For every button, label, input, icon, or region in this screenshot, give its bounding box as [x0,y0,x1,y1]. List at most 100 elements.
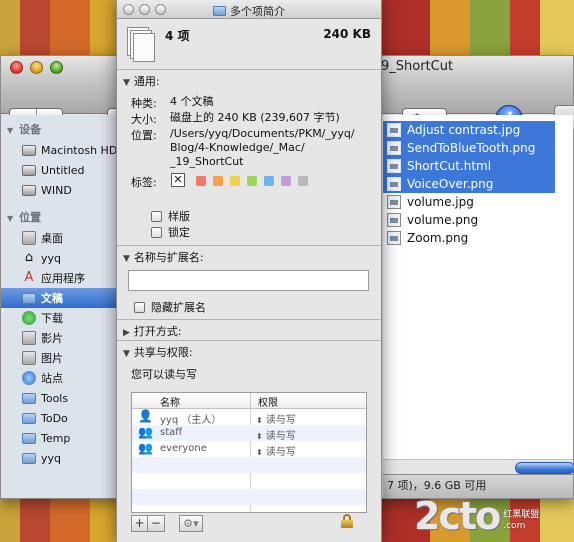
size-label: 大小: [131,113,157,126]
tag-none-button[interactable]: ✕ [171,173,185,187]
updown-arrows-icon: ⬍ [256,448,263,457]
file-row[interactable]: Zoom.png [383,229,555,247]
total-size: 240 KB [323,27,371,41]
zoom-button[interactable] [50,61,63,74]
sidebar-item-untitled[interactable]: Untitled [1,160,116,180]
sidebar-item-yyq-folder[interactable]: yyq [1,448,116,468]
image-file-icon [387,213,401,227]
sidebar: ▼ 设备 Macintosh HD Untitled WIND ▼ 位置 桌面 ⌂ y… [1,115,117,498]
locked-checkbox[interactable] [151,226,162,238]
divider [117,319,381,320]
sidebar-item-desktop[interactable]: 桌面 [1,228,116,248]
sidebar-item-macintosh-hd[interactable]: Macintosh HD [1,140,116,160]
tag-red-swatch[interactable] [196,176,206,186]
sidebar-item-documents[interactable]: 文稿 [1,288,116,308]
privilege-popup[interactable]: ⬍ 读与写 [256,427,296,442]
updown-arrows-icon: ⬍ [256,432,263,441]
table-row[interactable]: 👤 yyq （主人） ⬍ 读与写 [132,409,366,427]
file-row[interactable]: volume.jpg [383,193,555,211]
table-row[interactable]: 👥 everyone ⬍ 读与写 [132,441,366,459]
updown-arrows-icon: ⬍ [256,416,263,425]
table-row[interactable]: 👥 staff ⬍ 读与写 [132,425,366,442]
divider [117,245,381,246]
disclosure-triangle-icon: ▼ [7,214,14,223]
file-row[interactable]: SendToBlueTooth.png [383,139,555,157]
tag-orange-swatch[interactable] [213,176,223,186]
sidebar-item-pictures[interactable]: 图片 [1,348,116,368]
folder-icon [22,452,36,464]
sidebar-item-applications[interactable]: A 应用程序 [1,268,116,288]
column-header-privilege[interactable]: 权限 [258,394,278,409]
tag-green-swatch[interactable] [247,176,257,186]
section-general-header[interactable]: ▼ 通用: [123,73,160,89]
folder-icon [213,6,226,16]
info-summary: 4 项 240 KB [117,19,381,69]
disclosure-triangle-icon: ▼ [7,126,14,135]
column-header-name[interactable]: 名称 [160,394,180,409]
size-value: 磁盘上的 240 KB (239,607 字节) [170,111,340,124]
section-sharing-header[interactable]: ▼ 共享与权限: [123,344,193,360]
minimize-button[interactable] [139,4,150,15]
section-open-with-header[interactable]: ▶ 打开方式: [123,323,182,339]
tag-purple-swatch[interactable] [281,176,291,186]
add-user-button[interactable]: + [131,515,148,532]
sidebar-item-home[interactable]: ⌂ yyq [1,248,116,268]
file-row[interactable]: volume.png [383,211,555,229]
user-icon: 👤 [138,409,153,423]
group-icon: 👥 [138,425,153,439]
folder-icon [22,432,36,444]
table-row-empty [132,489,366,505]
tag-gray-swatch[interactable] [298,176,308,186]
sidebar-item-todo[interactable]: ToDo [1,408,116,428]
image-file-icon [387,177,401,191]
privilege-popup[interactable]: ⬍ 读与写 [256,411,296,426]
close-button[interactable] [10,61,23,74]
permissions-table-header: 名称 权限 [132,393,366,409]
divider [117,69,381,70]
window-title: 9_ShortCut [381,59,454,74]
hide-extension-checkbox-row[interactable]: 隐藏扩展名 [134,299,206,315]
locked-checkbox-row[interactable]: 锁定 [151,224,190,240]
tag-yellow-swatch[interactable] [230,176,240,186]
zoom-button[interactable] [155,4,166,15]
sidebar-item-sites[interactable]: 站点 [1,368,116,388]
name-field[interactable] [128,270,369,291]
lock-icon[interactable] [341,514,353,528]
disclosure-triangle-icon: ▼ [123,254,130,264]
sidebar-item-movies[interactable]: 影片 [1,328,116,348]
stationery-checkbox-row[interactable]: 样版 [151,208,190,224]
sidebar-item-wind[interactable]: WIND [1,180,116,200]
hide-extension-checkbox[interactable] [134,301,145,313]
group-icon: 👥 [138,441,153,455]
watermark: 2cto 红黑联盟 .com [414,494,539,538]
file-row[interactable]: ShortCut.html [383,157,555,175]
desktop-icon [22,231,36,245]
permissions-action-button[interactable]: ⚙▾ [179,515,203,532]
disclosure-triangle-icon: ▼ [123,349,130,359]
permissions-table: 名称 权限 👤 yyq （主人） ⬍ 读与写 👥 staff ⬍ 读与写 👥 eve… [131,392,367,513]
pictures-icon [22,351,36,365]
folder-icon [22,412,36,424]
sidebar-item-temp[interactable]: Temp [1,428,116,448]
sidebar-heading-devices[interactable]: ▼ 设备 [7,121,41,137]
file-row[interactable]: Adjust contrast.jpg [383,121,555,139]
remove-user-button[interactable]: − [148,515,165,532]
sidebar-item-downloads[interactable]: 下载 [1,308,116,328]
where-label: 位置: [131,129,157,142]
privilege-popup[interactable]: ⬍ 读与写 [256,443,296,458]
stationery-checkbox[interactable] [151,210,162,222]
tag-blue-swatch[interactable] [264,176,274,186]
info-window-title: 多个项简介 [213,3,285,19]
tags-label: 标签: [131,176,157,189]
section-name-extension-header[interactable]: ▼ 名称与扩展名: [123,249,204,265]
scrollbar-thumb[interactable] [515,462,574,474]
html-file-icon [387,159,401,173]
sidebar-heading-places[interactable]: ▼ 位置 [7,209,41,225]
close-button[interactable] [123,4,134,15]
minimize-button[interactable] [30,61,43,74]
disk-icon [22,184,36,196]
info-titlebar[interactable]: 多个项简介 [117,0,381,19]
sidebar-item-tools[interactable]: Tools [1,388,116,408]
kind-label: 种类: [131,97,157,110]
file-row[interactable]: VoiceOver.png [383,175,555,193]
